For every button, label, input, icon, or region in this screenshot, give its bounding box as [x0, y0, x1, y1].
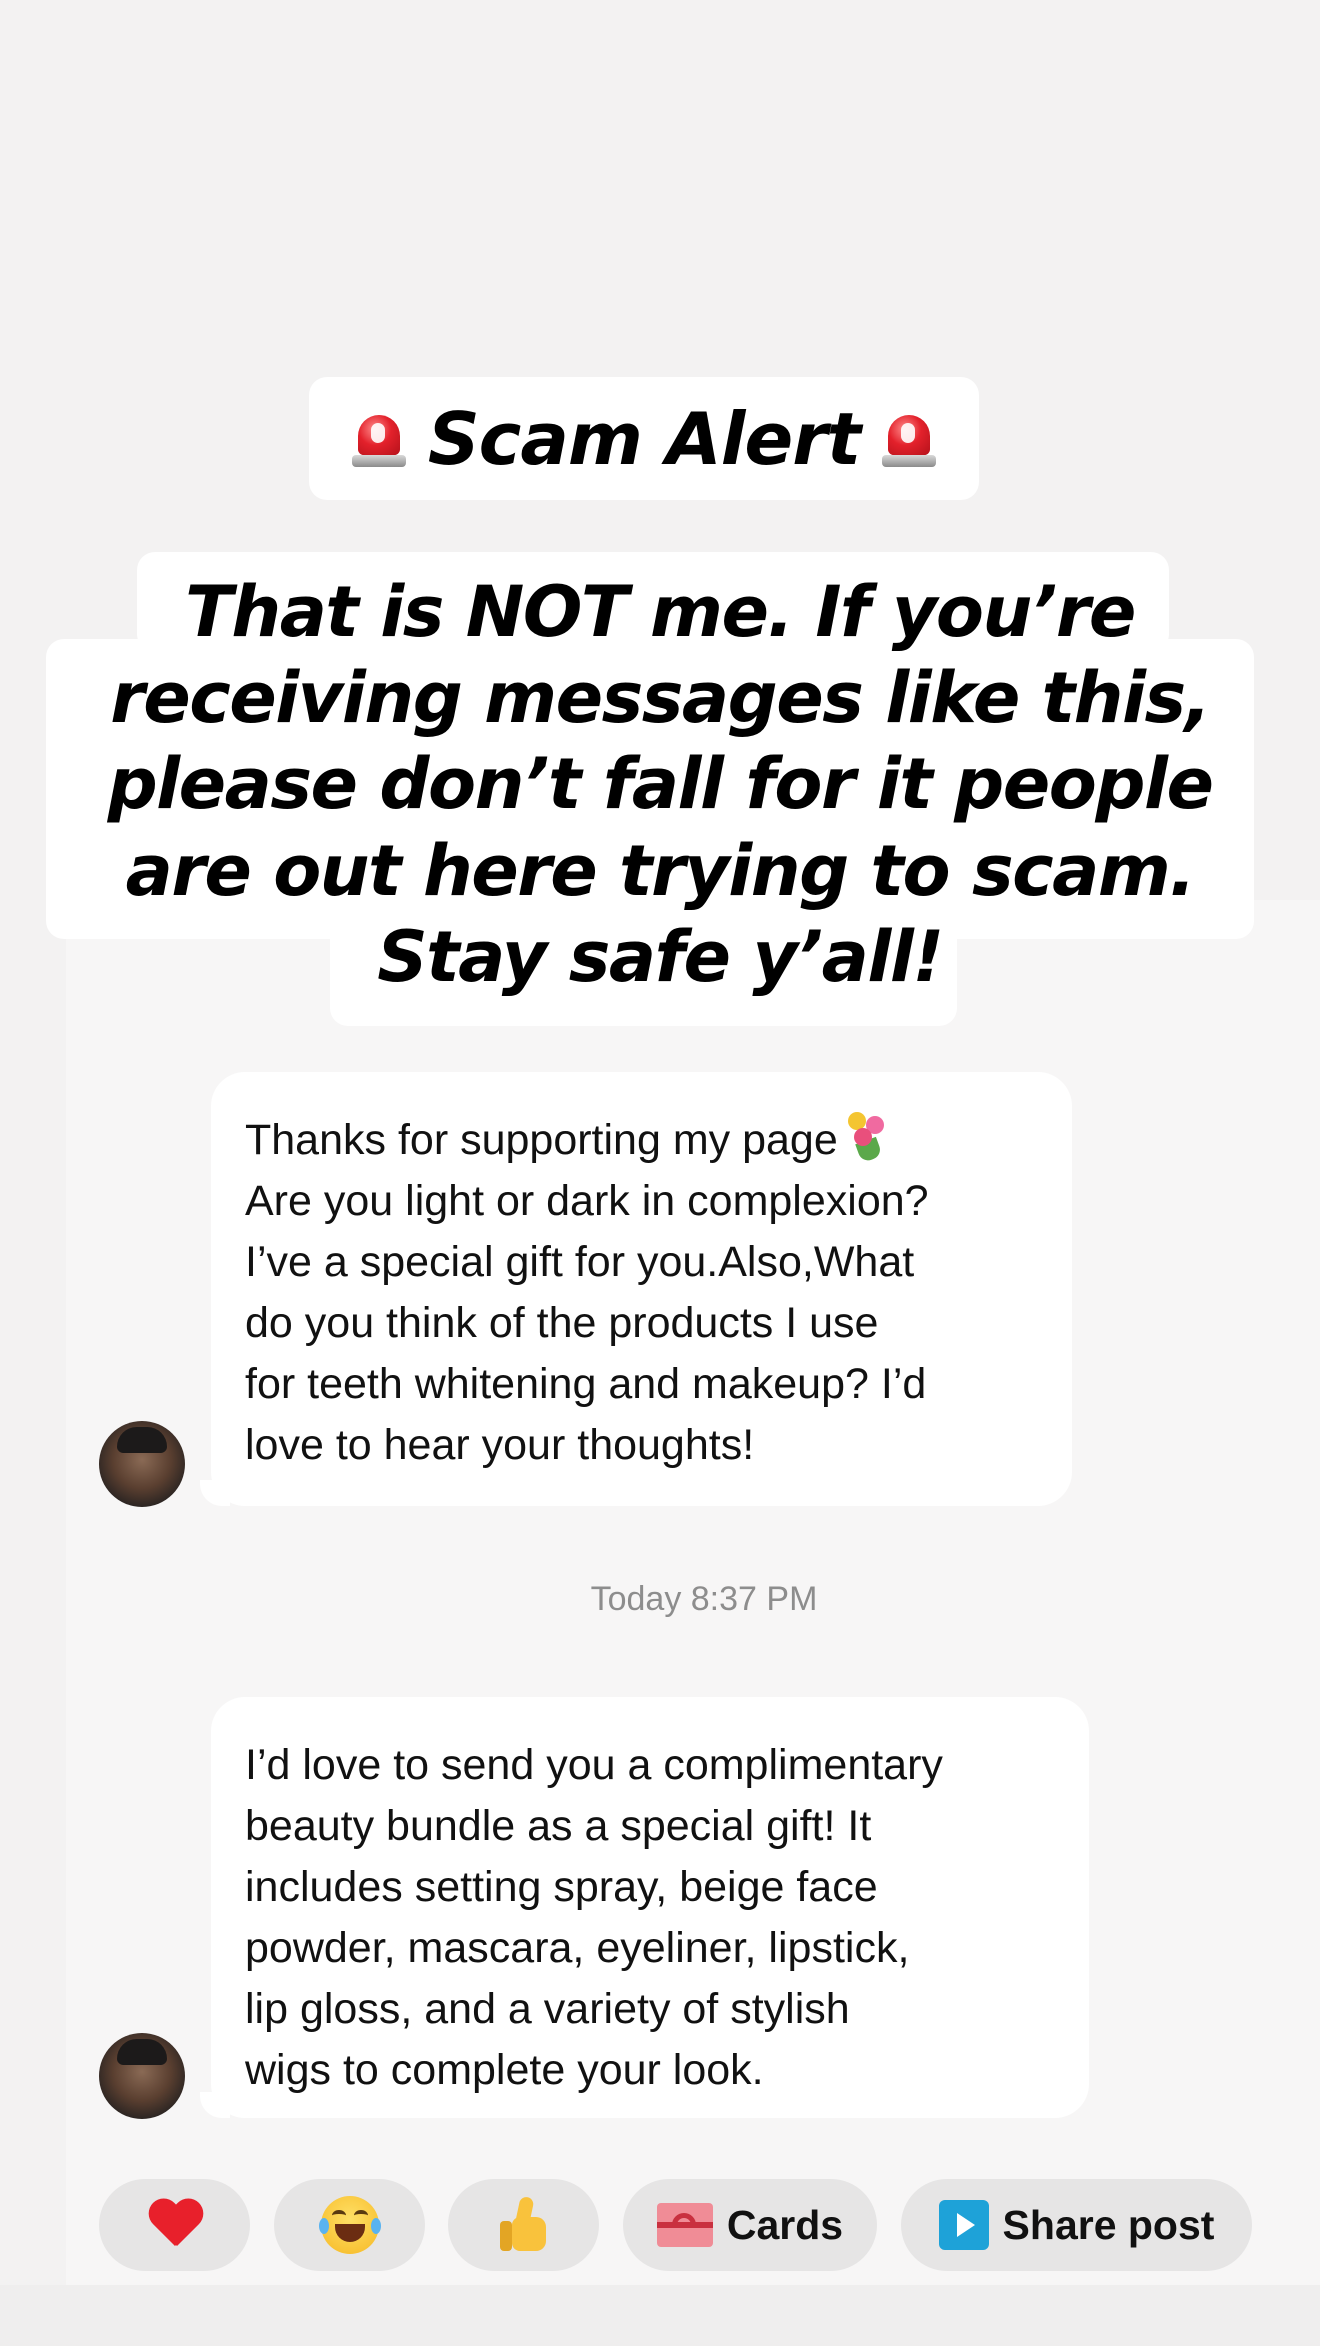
- message-line: for teeth whitening and makeup? I’d: [245, 1360, 927, 1408]
- alert-title-row: Scam Alert: [309, 377, 979, 500]
- story-text-line: That is NOT me. If you’re: [185, 571, 1136, 653]
- avatar[interactable]: [99, 1421, 185, 1507]
- message-timestamp: Today 8:37 PM: [590, 1580, 818, 1618]
- message-text: Thanks for supporting my page Are you li…: [245, 1110, 1038, 1476]
- play-icon: [938, 2200, 989, 2250]
- message-line: beauty bundle as a special gift! It: [245, 1802, 872, 1850]
- siren-icon: [882, 409, 937, 469]
- laugh-reaction-button[interactable]: [274, 2179, 425, 2271]
- story-text-line: please don’t fall for it people: [107, 743, 1214, 825]
- message-line: I’d love to send you a complimentary: [245, 1741, 943, 1789]
- message-bubble[interactable]: I’d love to send you a complimentary bea…: [211, 1697, 1089, 2118]
- message-text: I’d love to send you a complimentary bea…: [245, 1735, 1055, 2101]
- message-bubble[interactable]: Thanks for supporting my page Are you li…: [211, 1072, 1072, 1506]
- message-line: love to hear your thoughts!: [245, 1421, 755, 1469]
- bouquet-icon: [844, 1110, 890, 1164]
- message-line: includes setting spray, beige face: [245, 1863, 878, 1911]
- avatar[interactable]: [99, 2033, 185, 2119]
- gift-card-icon: [656, 2203, 713, 2247]
- message-line: wigs to complete your look.: [245, 2046, 764, 2094]
- message-line: I’ve a special gift for you.Also,What: [245, 1238, 915, 1286]
- alert-title: Scam Alert: [427, 396, 861, 481]
- message-line: Thanks for supporting my page: [245, 1116, 838, 1164]
- share-post-button[interactable]: Share post: [901, 2179, 1252, 2271]
- message-line: Are you light or dark in complexion?: [245, 1177, 929, 1225]
- cards-label: Cards: [726, 2201, 844, 2248]
- cards-button[interactable]: Cards: [623, 2179, 877, 2271]
- bottom-strip: [0, 2285, 1320, 2346]
- heart-reaction-button[interactable]: [99, 2179, 250, 2271]
- thumbs-up-reaction-button[interactable]: [448, 2179, 599, 2271]
- story-text-line: receiving messages like this,: [110, 657, 1211, 739]
- story-text-line: are out here trying to scam.: [125, 830, 1196, 912]
- heart-icon: [147, 2200, 203, 2250]
- story-text-line: Stay safe y’all!: [377, 916, 944, 998]
- share-post-label: Share post: [1002, 2201, 1215, 2248]
- siren-icon: [351, 409, 406, 469]
- message-line: do you think of the products I use: [245, 1299, 879, 1347]
- laughing-tears-icon: [318, 2196, 381, 2254]
- message-line: powder, mascara, eyeliner, lipstick,: [245, 1924, 910, 1972]
- message-line: lip gloss, and a variety of stylish: [245, 1985, 850, 2033]
- thumbs-up-icon: [498, 2195, 550, 2253]
